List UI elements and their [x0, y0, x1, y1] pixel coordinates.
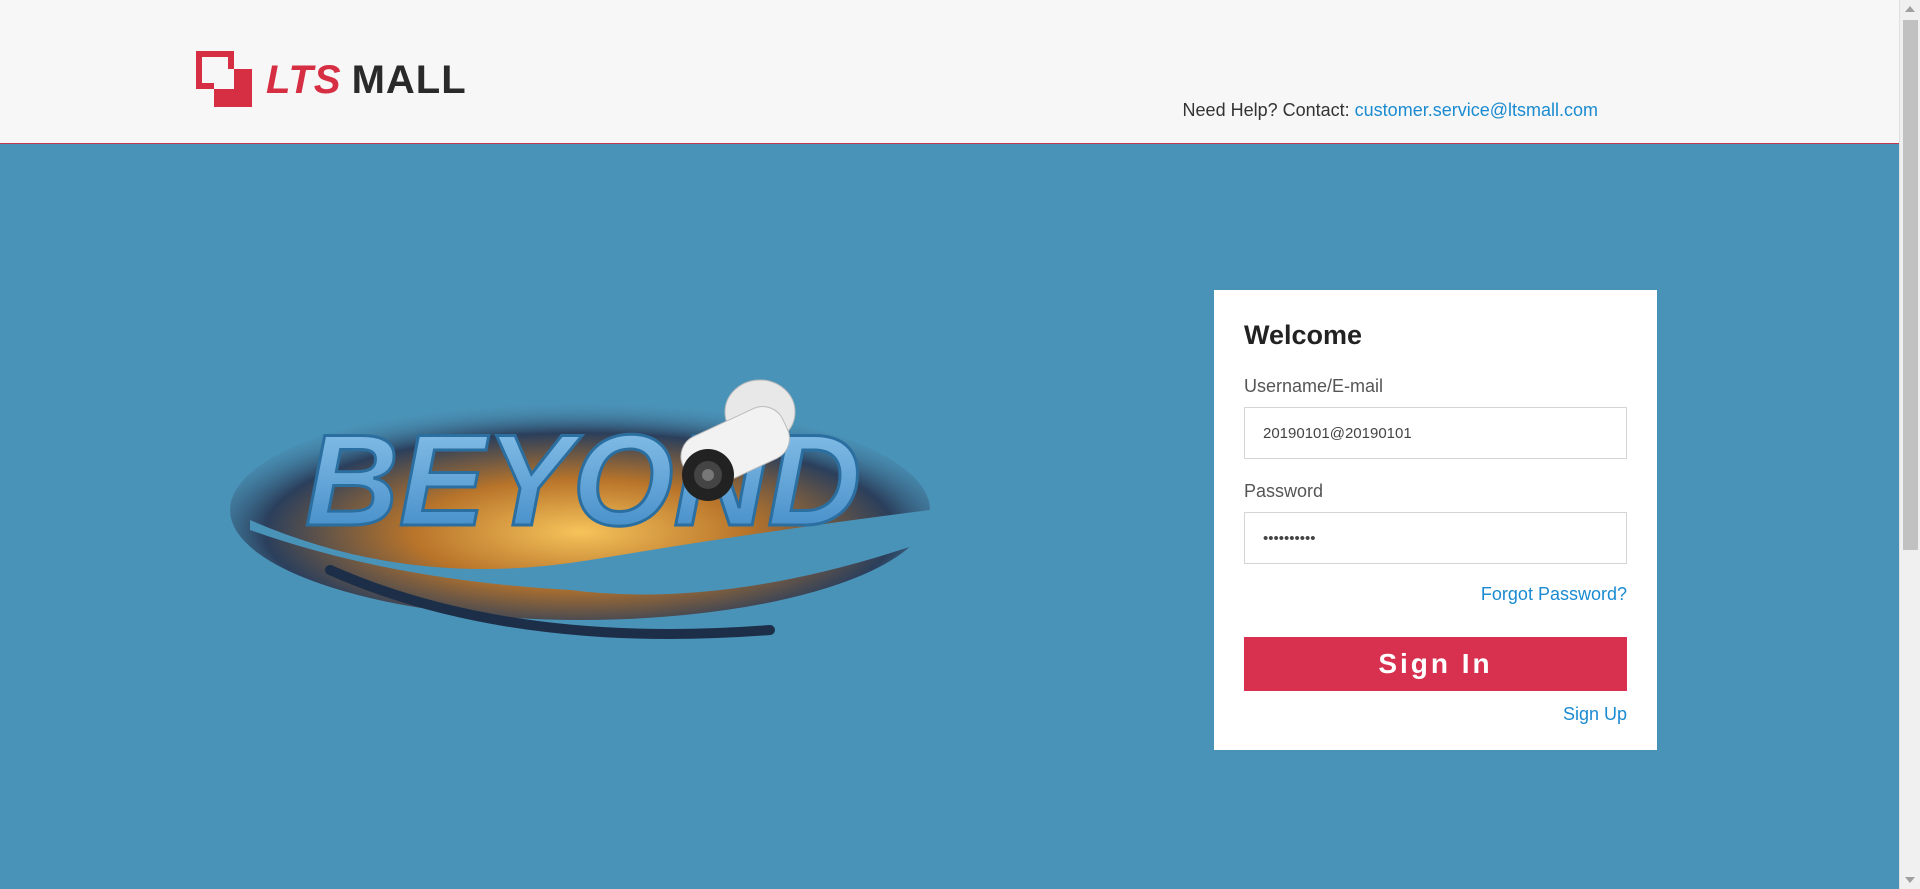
sign-in-button[interactable]: Sign In: [1244, 637, 1627, 691]
logo-brand: LTS: [266, 58, 342, 102]
help-contact: Need Help? Contact: customer.service@lts…: [1183, 100, 1598, 121]
scroll-up-icon[interactable]: [1905, 6, 1915, 12]
username-input[interactable]: [1244, 407, 1627, 459]
page-scrollbar[interactable]: [1899, 0, 1920, 889]
login-title: Welcome: [1244, 320, 1363, 350]
scrollbar-thumb[interactable]: [1903, 20, 1918, 550]
help-email-link[interactable]: customer.service@ltsmall.com: [1355, 100, 1598, 120]
hero-banner: BEYOND: [210, 350, 950, 670]
site-header: LTS MALL Need Help? Contact: customer.ser…: [0, 0, 1899, 144]
forgot-password-link[interactable]: Forgot Password?: [1481, 584, 1627, 605]
login-card: Welcome Username/E-mail Password Forgot …: [1214, 290, 1657, 750]
scroll-down-icon[interactable]: [1905, 877, 1915, 883]
help-prefix: Need Help? Contact:: [1182, 100, 1350, 120]
logo-icon: [196, 51, 254, 109]
beyond-banner-image: BEYOND: [230, 379, 930, 639]
username-label: Username/E-mail: [1244, 376, 1384, 396]
password-label: Password: [1244, 481, 1324, 501]
sign-up-link[interactable]: Sign Up: [1563, 704, 1627, 725]
password-input[interactable]: [1244, 512, 1627, 564]
logo-name: MALL: [351, 58, 467, 102]
lts-mall-logo[interactable]: LTS MALL: [196, 51, 467, 109]
